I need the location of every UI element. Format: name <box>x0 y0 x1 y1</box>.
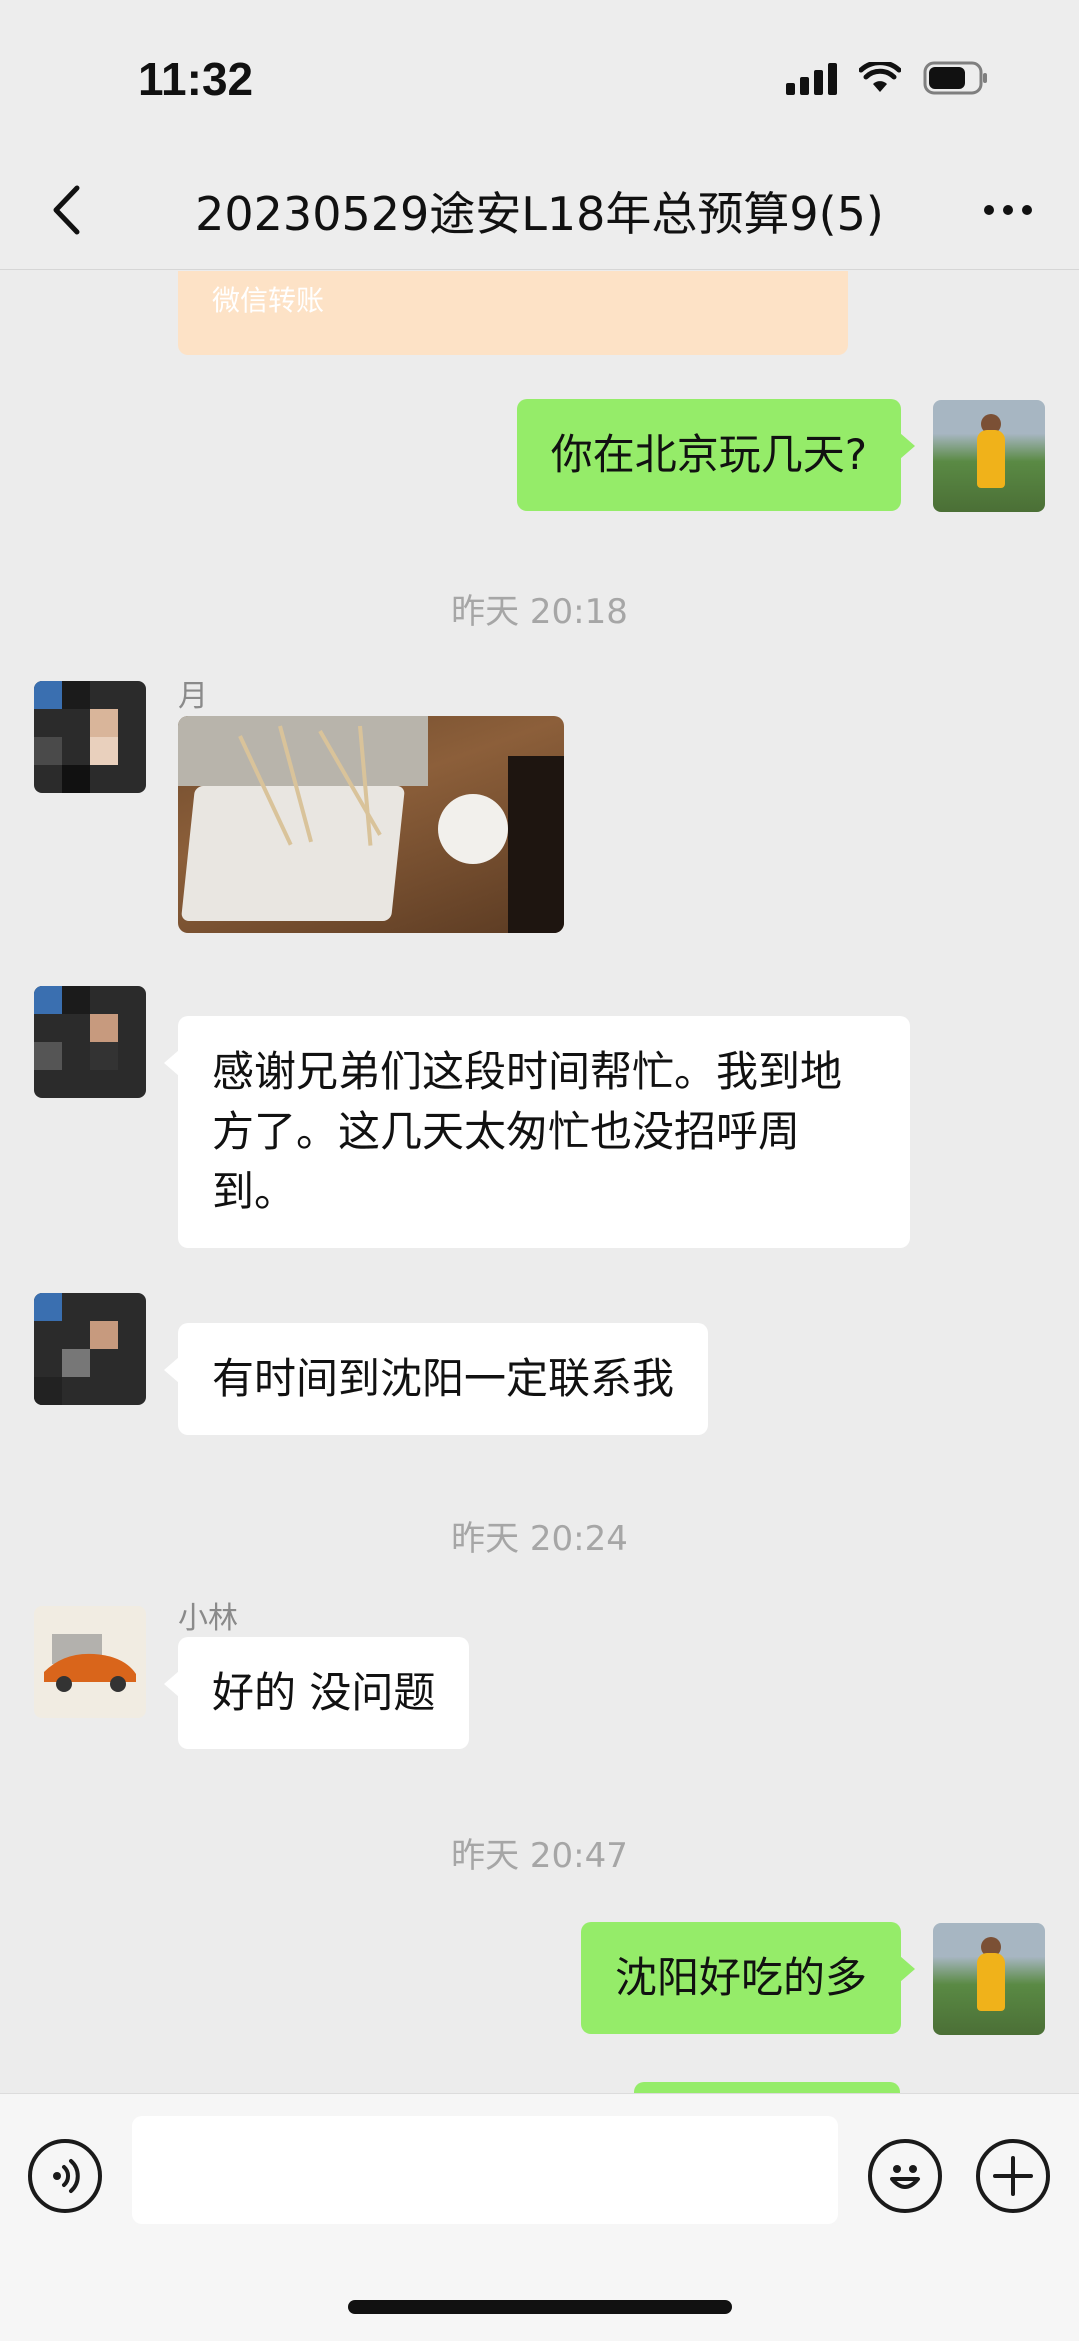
message-bubble-incoming[interactable]: 好的 没问题 <box>163 1637 470 1749</box>
message-bubble-outgoing[interactable]: 沈阳好吃的多 <box>580 1922 916 2034</box>
my-avatar[interactable] <box>933 1923 1045 2035</box>
more-options-button[interactable] <box>973 180 1043 240</box>
more-dot-icon <box>1003 205 1013 215</box>
battery-icon <box>923 61 989 95</box>
member-avatar[interactable] <box>34 681 146 793</box>
food-photo-message[interactable] <box>178 716 564 933</box>
wechat-transfer-card[interactable]: 微信转账 <box>178 271 848 355</box>
chevron-left-icon <box>53 185 80 235</box>
plus-icon <box>993 2156 1033 2196</box>
message-input[interactable] <box>132 2116 838 2224</box>
voice-input-button[interactable] <box>28 2139 102 2213</box>
member-avatar[interactable] <box>34 986 146 1098</box>
sender-name: 小林 <box>178 1601 238 1636</box>
timestamp-separator: 昨天 20:24 <box>451 1519 628 1559</box>
my-avatar[interactable] <box>933 400 1045 512</box>
status-time: 11:32 <box>138 53 254 105</box>
timestamp-separator: 昨天 20:18 <box>451 592 628 632</box>
orange-car-icon <box>44 1634 136 1692</box>
emoji-icon <box>890 2165 920 2189</box>
chat-title: 20230529途安L18年总预算9(5) <box>195 187 884 241</box>
chat-header: 20230529途安L18年总预算9(5) <box>0 150 1079 270</box>
timestamp-separator: 昨天 20:47 <box>451 1836 628 1876</box>
member-avatar[interactable] <box>34 1293 146 1405</box>
message-bubble-incoming[interactable]: 有时间到沈阳一定联系我 <box>163 1323 709 1435</box>
message-bubble-outgoing[interactable]: 你在北京玩几天? <box>516 399 916 511</box>
chat-message-list[interactable]: 微信转账 你在北京玩几天? 昨天 20:18 月 感谢兄弟们这段时间帮忙。我到地… <box>0 271 1079 2093</box>
wifi-icon <box>859 62 901 94</box>
home-indicator[interactable] <box>348 2300 732 2314</box>
back-button[interactable] <box>36 180 96 240</box>
more-dot-icon <box>1022 205 1032 215</box>
emoji-button[interactable] <box>868 2139 942 2213</box>
more-functions-button[interactable] <box>976 2139 1050 2213</box>
status-icons <box>786 58 989 98</box>
voice-icon <box>53 2159 80 2193</box>
status-bar: 11:32 <box>0 0 1079 150</box>
transfer-label: 微信转账 <box>212 284 325 317</box>
cellular-signal-icon <box>786 61 837 95</box>
message-bubble-incoming[interactable]: 感谢兄弟们这段时间帮忙。我到地方了。这几天太匆忙也没招呼周到。 <box>164 1016 910 1248</box>
more-dot-icon <box>984 205 994 215</box>
member-avatar-xiaolin[interactable] <box>34 1606 146 1718</box>
sender-name: 月 <box>178 679 208 714</box>
